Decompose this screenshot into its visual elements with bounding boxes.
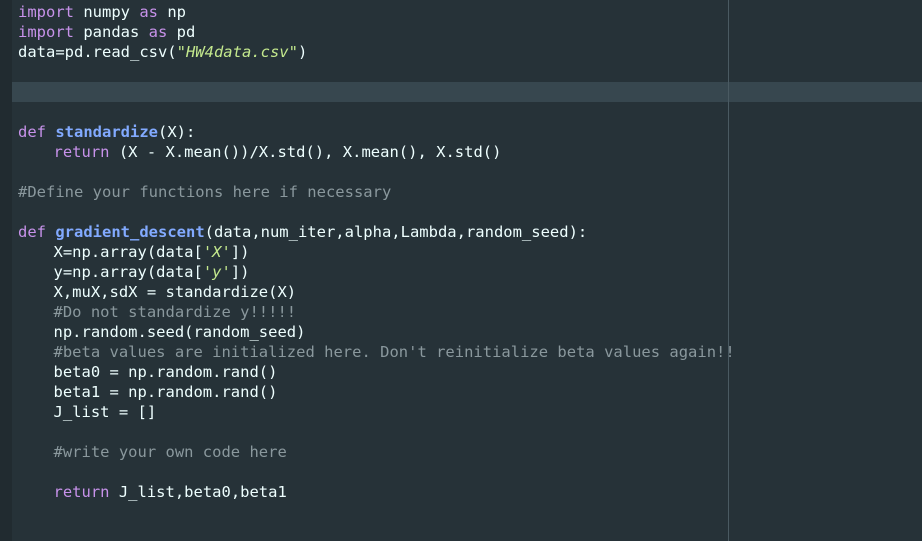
code-line-3: data=pd.read_csv("HW4data.csv") [18,42,307,62]
code-line-8: return (X - X.mean())/X.std(), X.mean(),… [18,142,502,162]
code-text: beta0 = np.random.rand() [53,363,278,381]
code-line-25: return J_list,beta0,beta1 [18,482,287,502]
keyword: as [139,3,158,21]
code-line-7: def standardize(X): [18,122,195,142]
code-line-12: def gradient_descent(data,num_iter,alpha… [18,222,587,242]
code-text: beta1 = np.random.rand() [53,383,278,401]
function-name: standardize [55,123,158,141]
keyword: import [18,23,74,41]
function-name: gradient_descent [55,223,205,241]
code-line-1: import numpy as np [18,2,186,22]
keyword: as [148,23,168,41]
code-text: data=pd.read_csv( [18,43,177,61]
code-line-14: y=np.array(data['y']) [18,262,250,282]
code-text: J_list,beta0,beta1 [109,483,287,501]
code-text: np.random.seed(random_seed) [53,323,306,341]
code-text: ]) [230,263,250,281]
code-text: (X - X.mean())/X.std(), X.mean(), X.std(… [109,143,502,161]
string-literal: 'y' [202,263,231,281]
code-text: np [158,3,186,21]
code-text: X,muX,sdX = standardize(X) [53,283,297,301]
code-line-23: #write your own code here [18,442,287,462]
code-line-20: beta1 = np.random.rand() [18,382,278,402]
code-text: X=np.array(data[ [53,243,203,261]
keyword: return [53,143,110,161]
current-line-highlight [12,82,922,102]
code-line-18: #beta values are initialized here. Don't… [18,342,735,362]
code-text: pandas [74,23,149,41]
keyword: def [18,223,46,241]
code-line-21: J_list = [] [18,402,157,422]
code-line-10: #Define your functions here if necessary [18,182,391,202]
column-ruler [728,0,729,541]
code-text: (X): [158,123,196,141]
editor-gutter [0,0,12,541]
code-text: numpy [74,3,140,21]
code-text: ) [297,43,308,61]
string-literal: "HW4data.csv" [176,43,298,61]
code-editor[interactable]: import numpy as np import pandas as pd d… [0,0,922,541]
code-line-15: X,muX,sdX = standardize(X) [18,282,297,302]
keyword: def [18,123,46,141]
code-text: (data,num_iter,alpha,Lambda,random_seed)… [204,223,588,241]
code-text: J_list = [] [53,403,157,421]
code-text: pd [167,23,196,41]
code-text: y=np.array(data[ [53,263,203,281]
keyword: import [18,3,74,21]
comment: #beta values are initialized here. Don't… [53,343,735,361]
code-text: ]) [230,243,250,261]
keyword: return [53,483,110,501]
comment: #write your own code here [53,443,287,461]
code-line-16: #Do not standardize y!!!!! [18,302,297,322]
comment: #Do not standardize y!!!!! [53,303,297,321]
code-line-13: X=np.array(data['X']) [18,242,250,262]
comment: #Define your functions here if necessary [18,183,392,201]
code-line-19: beta0 = np.random.rand() [18,362,278,382]
code-line-2: import pandas as pd [18,22,195,42]
string-literal: 'X' [202,243,231,261]
code-line-17: np.random.seed(random_seed) [18,322,306,342]
